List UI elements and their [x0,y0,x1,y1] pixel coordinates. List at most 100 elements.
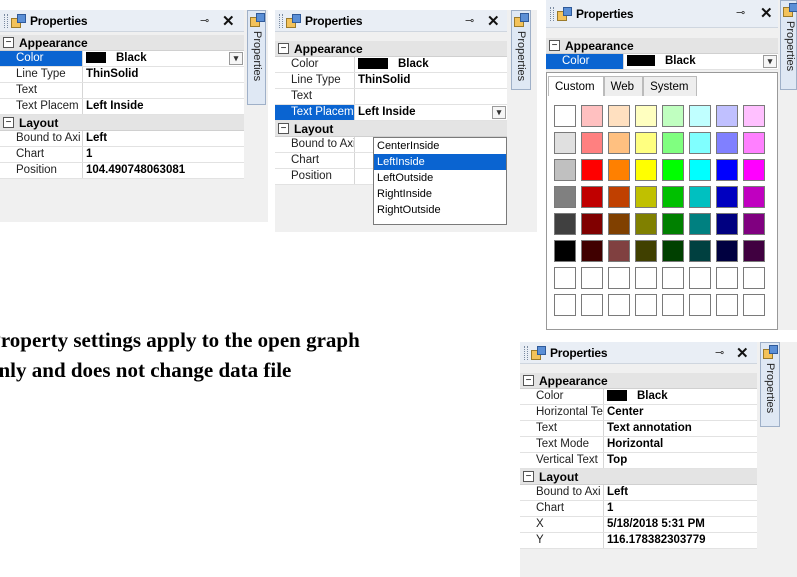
pin-icon[interactable]: ⊸ [715,346,724,359]
color-cell[interactable] [716,105,738,127]
category-appearance[interactable]: − Appearance [0,35,244,51]
property-value[interactable]: Text annotation [604,421,757,436]
side-tab-properties[interactable]: Properties [760,342,780,427]
color-cell[interactable] [554,240,576,262]
close-icon[interactable]: ✕ [736,344,749,362]
color-cell[interactable] [554,159,576,181]
dropdown-option[interactable]: LeftOutside [374,170,506,186]
property-value[interactable]: Center [604,405,757,420]
property-value[interactable]: ThinSolid [355,73,507,88]
property-row-bound-to-axis[interactable]: Bound to Axi Left [0,131,244,147]
color-cell[interactable] [608,267,630,289]
property-value[interactable]: 1 [83,147,244,162]
color-cell[interactable] [608,132,630,154]
color-cell[interactable] [581,186,603,208]
property-row-color[interactable]: Color Black [275,57,507,73]
color-cell[interactable] [743,213,765,235]
color-cell[interactable] [689,105,711,127]
property-row-chart[interactable]: Chart 1 [0,147,244,163]
color-cell[interactable] [689,186,711,208]
category-layout[interactable]: − Layout [0,115,244,131]
property-row-bound-to-axis[interactable]: Bound to Axi Left [520,485,757,501]
color-cell[interactable] [743,240,765,262]
property-value[interactable]: Left [604,485,757,500]
color-cell[interactable] [716,267,738,289]
color-cell[interactable] [554,186,576,208]
property-value[interactable]: Left Inside [83,99,244,114]
property-value[interactable] [83,83,244,98]
color-cell[interactable] [608,186,630,208]
close-icon[interactable]: ✕ [487,12,500,30]
color-cell[interactable] [608,240,630,262]
drag-grip-icon[interactable] [279,13,283,28]
color-cell[interactable] [554,294,576,316]
color-cell[interactable] [581,159,603,181]
property-value[interactable]: Top [604,453,757,468]
property-value[interactable]: ThinSolid [83,67,244,82]
property-row-x[interactable]: X 5/18/2018 5:31 PM [520,517,757,533]
color-cell[interactable] [689,213,711,235]
chevron-down-icon[interactable]: ▾ [229,52,243,65]
color-cell[interactable] [689,132,711,154]
color-cell[interactable] [689,159,711,181]
tab-web[interactable]: Web [603,76,644,96]
color-cell[interactable] [662,267,684,289]
color-cell[interactable] [581,267,603,289]
property-value[interactable]: Left [83,131,244,146]
side-tab-properties[interactable]: Properties [511,10,531,90]
property-row-line-type[interactable]: Line Type ThinSolid [0,67,244,83]
collapse-icon[interactable]: − [3,37,14,48]
color-cell[interactable] [608,105,630,127]
property-row-text[interactable]: Text [0,83,244,99]
color-cell[interactable] [689,240,711,262]
close-icon[interactable]: ✕ [760,4,773,22]
color-cell[interactable] [743,186,765,208]
dropdown-option[interactable]: LeftInside [374,154,506,170]
property-row-text-placement[interactable]: Text Placem Left Inside ▾ [275,105,507,121]
color-cell[interactable] [743,132,765,154]
color-cell[interactable] [743,267,765,289]
property-row-y[interactable]: Y 116.178382303779 [520,533,757,549]
color-cell[interactable] [554,105,576,127]
dropdown-option[interactable]: RightOutside [374,202,506,218]
color-cell[interactable] [635,267,657,289]
pin-icon[interactable]: ⊸ [736,6,745,19]
color-cell[interactable] [716,186,738,208]
dropdown-option[interactable]: RightInside [374,186,506,202]
collapse-icon[interactable]: − [3,117,14,128]
color-cell[interactable] [608,159,630,181]
category-appearance[interactable]: − Appearance [546,38,778,54]
property-value[interactable]: Black [604,389,757,404]
color-cell[interactable] [716,294,738,316]
property-row-line-type[interactable]: Line Type ThinSolid [275,73,507,89]
tab-system[interactable]: System [643,76,698,96]
property-row-horizontal-text[interactable]: Horizontal Te Center [520,405,757,421]
property-row-text[interactable]: Text Text annotation [520,421,757,437]
property-value[interactable]: Left Inside ▾ [355,105,507,120]
property-value[interactable]: 116.178382303779 [604,533,757,548]
color-cell[interactable] [581,240,603,262]
property-row-color[interactable]: Color Black [520,389,757,405]
color-cell[interactable] [635,132,657,154]
property-value[interactable] [355,89,507,104]
collapse-icon[interactable]: − [278,43,289,54]
color-cell[interactable] [662,294,684,316]
color-cell[interactable] [743,105,765,127]
color-cell[interactable] [635,186,657,208]
color-cell[interactable] [581,132,603,154]
side-tab-properties[interactable]: Properties [780,0,797,90]
category-appearance[interactable]: − Appearance [520,373,757,389]
drag-grip-icon[interactable] [4,13,8,28]
color-cell[interactable] [662,186,684,208]
color-cell[interactable] [716,213,738,235]
color-cell[interactable] [662,105,684,127]
property-value[interactable]: Black ▾ [624,54,778,69]
color-cell[interactable] [581,105,603,127]
property-value[interactable]: Black ▾ [83,51,244,66]
color-cell[interactable] [554,132,576,154]
collapse-icon[interactable]: − [278,123,289,134]
color-cell[interactable] [662,132,684,154]
category-layout[interactable]: − Layout [275,121,507,137]
chevron-down-icon[interactable]: ▾ [763,55,777,68]
property-value[interactable]: Horizontal [604,437,757,452]
